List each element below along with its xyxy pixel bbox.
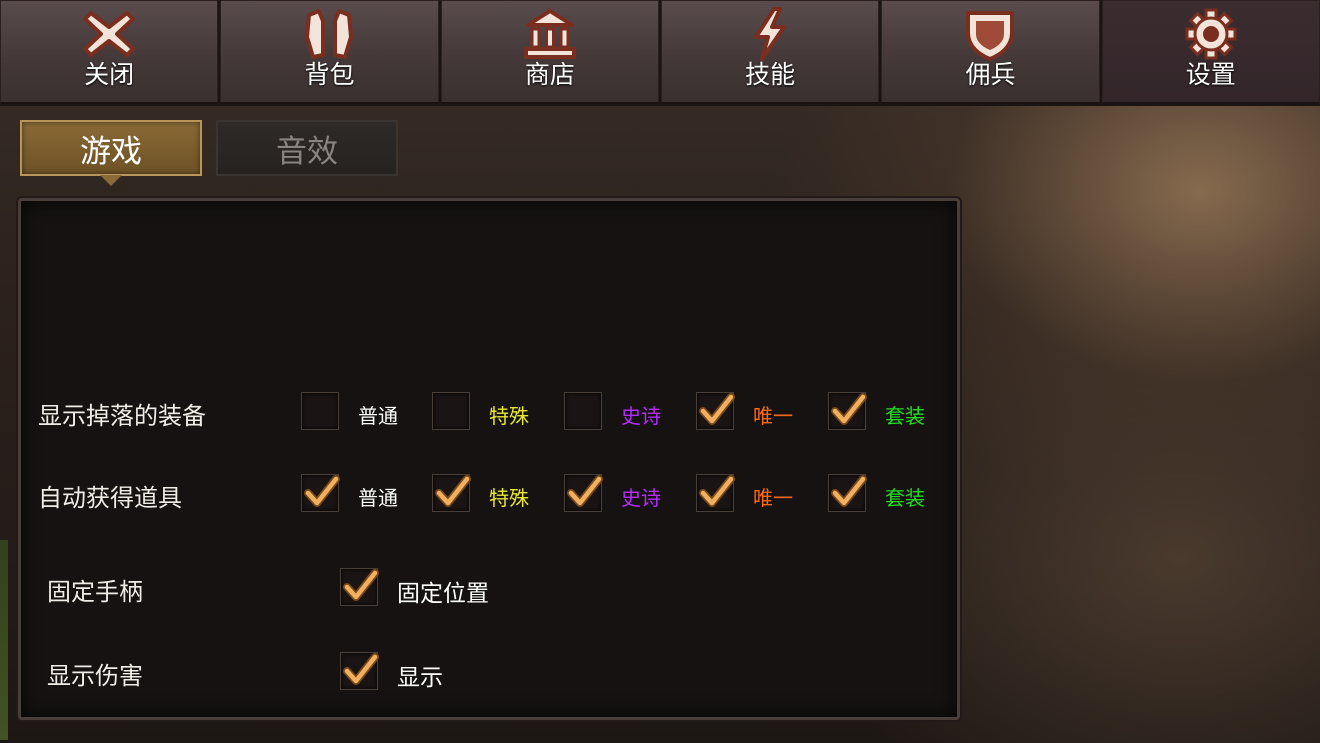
- checkmark-icon: [699, 393, 735, 425]
- close-icon: [79, 5, 139, 63]
- tab-label: 设置: [1185, 60, 1236, 89]
- drop-unique-label: 唯一: [753, 404, 793, 428]
- checkmark-icon: [831, 393, 867, 425]
- drop-unique-checkbox[interactable]: [696, 392, 735, 430]
- tab-backpack[interactable]: 背包: [220, 0, 439, 104]
- pickup-set-checkbox[interactable]: [828, 474, 867, 512]
- checkmark-icon: [699, 475, 735, 507]
- settings-panel: 显示掉落的装备 普通 特殊 史诗 唯一 套装 自动获得道具 普通 特殊 史诗 唯…: [18, 198, 960, 720]
- drop-epic-label: 史诗: [621, 404, 661, 428]
- drop-normal-checkbox[interactable]: [301, 392, 339, 430]
- pickup-epic-label: 史诗: [621, 486, 661, 510]
- shield-icon: [960, 5, 1020, 63]
- tab-mercenary[interactable]: 佣兵: [881, 0, 1100, 104]
- checkmark-icon: [435, 475, 471, 507]
- drop-set-checkbox[interactable]: [828, 392, 867, 430]
- drop-special-label: 特殊: [489, 404, 529, 428]
- gear-icon: [1181, 5, 1241, 63]
- lightning-icon: [740, 5, 800, 63]
- top-tab-bar: 关闭 背包 商店 技能 佣兵 设置: [0, 0, 1320, 106]
- checkmark-icon: [831, 475, 867, 507]
- checkmark-icon: [567, 475, 603, 507]
- drop-display-label: 显示掉落的装备: [38, 402, 206, 430]
- backpack-icon: [299, 5, 359, 63]
- tab-skills[interactable]: 技能: [660, 0, 880, 104]
- show-damage-checkbox[interactable]: [340, 652, 379, 690]
- pickup-set-label: 套装: [885, 486, 925, 510]
- fixed-joystick-option: 固定位置: [397, 581, 489, 607]
- fixed-joystick-label: 固定手柄: [47, 578, 143, 606]
- checkmark-icon: [343, 569, 379, 601]
- tab-settings[interactable]: 设置: [1101, 0, 1320, 104]
- show-damage-label: 显示伤害: [47, 662, 143, 690]
- tab-close[interactable]: 关闭: [0, 0, 219, 104]
- pickup-unique-checkbox[interactable]: [696, 474, 735, 512]
- tab-label: 佣兵: [965, 60, 1016, 89]
- pickup-normal-label: 普通: [358, 486, 398, 510]
- drop-special-checkbox[interactable]: [432, 392, 470, 430]
- checkmark-icon: [304, 475, 340, 507]
- tab-label: 背包: [304, 60, 355, 89]
- checkmark-icon: [343, 653, 379, 685]
- tab-label: 商店: [524, 60, 575, 89]
- tab-label: 关闭: [84, 60, 135, 89]
- drop-epic-checkbox[interactable]: [564, 392, 602, 430]
- background-foliage: [0, 540, 8, 740]
- drop-set-label: 套装: [885, 404, 925, 428]
- subtab-sound[interactable]: 音效: [216, 120, 398, 176]
- tab-label: 技能: [745, 60, 796, 89]
- drop-normal-label: 普通: [358, 404, 398, 428]
- pickup-epic-checkbox[interactable]: [564, 474, 603, 512]
- auto-pickup-label: 自动获得道具: [38, 484, 182, 512]
- pickup-normal-checkbox[interactable]: [301, 474, 340, 512]
- subtab-game[interactable]: 游戏: [20, 120, 202, 186]
- tab-shop[interactable]: 商店: [440, 0, 659, 104]
- show-damage-option: 显示: [397, 665, 443, 691]
- pickup-special-checkbox[interactable]: [432, 474, 471, 512]
- fixed-joystick-checkbox[interactable]: [340, 568, 379, 606]
- pickup-special-label: 特殊: [489, 486, 529, 510]
- pickup-unique-label: 唯一: [753, 486, 793, 510]
- shop-icon: [520, 5, 580, 63]
